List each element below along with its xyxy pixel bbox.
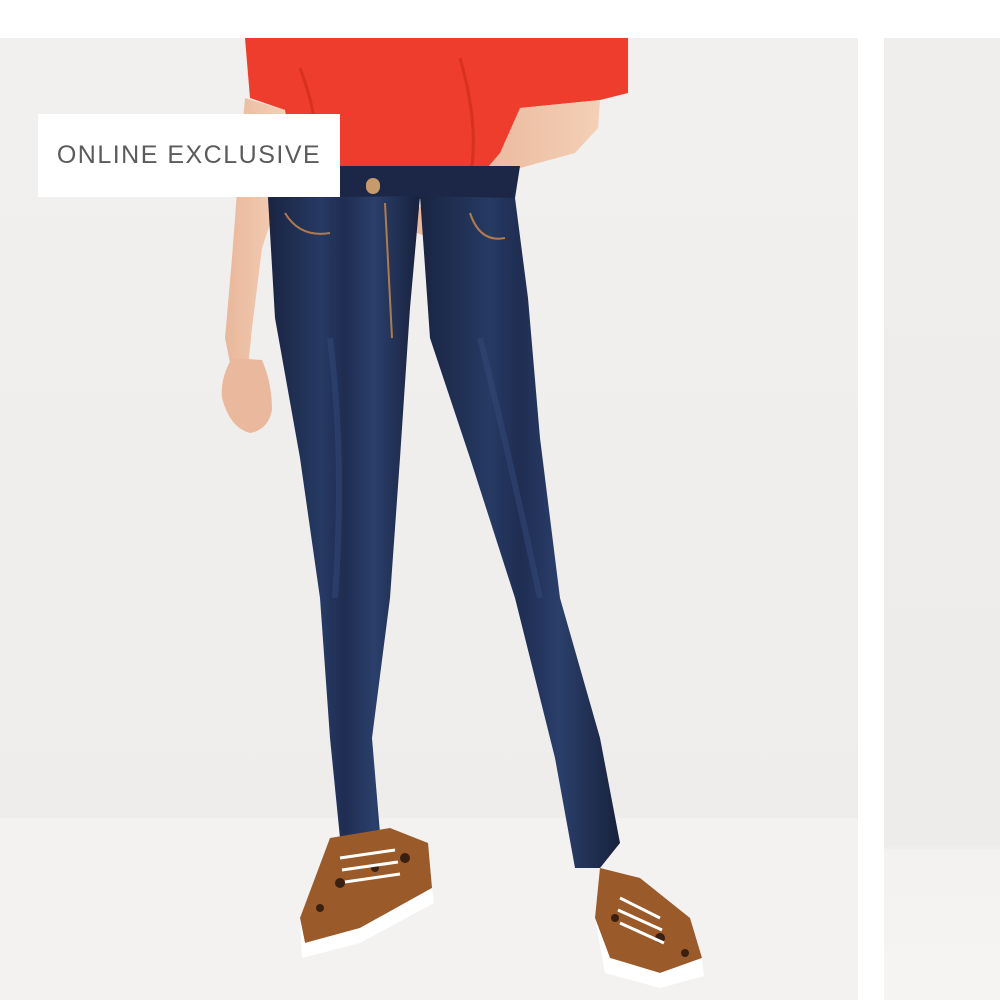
online-exclusive-badge: ONLINE EXCLUSIVE	[38, 114, 340, 197]
product-page: ONLINE EXCLUSIVE	[0, 0, 1000, 1000]
badge-label: ONLINE EXCLUSIVE	[56, 141, 322, 169]
product-image-slide-next[interactable]	[884, 38, 1000, 1000]
product-image-carousel[interactable]: ONLINE EXCLUSIVE	[0, 0, 1000, 1000]
product-image-slide-current[interactable]: ONLINE EXCLUSIVE	[0, 38, 858, 1000]
